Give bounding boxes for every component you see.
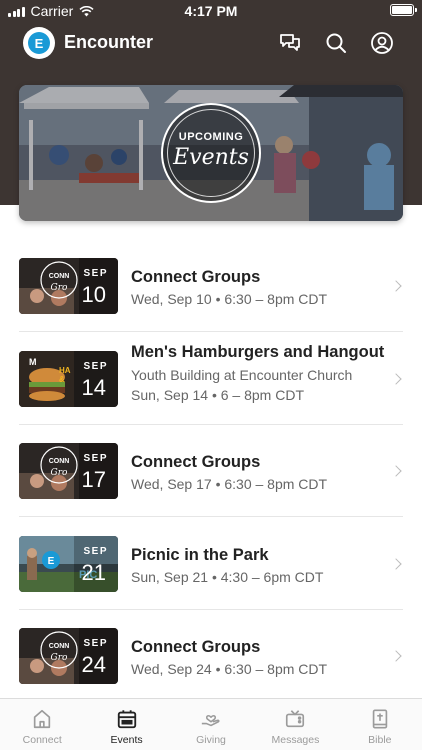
event-thumbnail: EPICSEP21: [19, 535, 118, 592]
app-title: Encounter: [64, 32, 154, 52]
svg-text:E: E: [48, 556, 55, 567]
event-month: SEP: [83, 453, 108, 464]
tab-giving[interactable]: Giving: [169, 699, 253, 750]
svg-text:HA: HA: [59, 366, 71, 375]
event-day: 24: [81, 652, 106, 677]
messages-icon[interactable]: [278, 31, 302, 55]
event-day: 14: [81, 374, 106, 400]
status-time: 4:17 PM: [184, 3, 238, 19]
event-datetime: Wed, Sep 10 • 6:30 – 8pm CDT: [131, 291, 328, 307]
event-title: Connect Groups: [131, 268, 261, 286]
event-thumbnail: CONN Gro SEP 17: [19, 443, 118, 499]
app-bar-actions: [278, 31, 394, 55]
tab-messages[interactable]: Messages: [253, 699, 337, 750]
home-icon: [34, 709, 51, 729]
chevron-right-icon: [390, 280, 402, 292]
event-thumbnail: M HA & SEP 14: [19, 350, 118, 407]
chevron-right-icon: [390, 372, 402, 385]
giving-hand-icon: [201, 715, 220, 727]
svg-text:CONN: CONN: [49, 643, 70, 650]
tab-label: Bible: [368, 734, 392, 746]
event-day: 17: [81, 467, 106, 492]
svg-text:CONN: CONN: [49, 458, 70, 465]
svg-text:CONN: CONN: [49, 273, 70, 280]
chevron-right-icon: [390, 650, 402, 662]
event-row[interactable]: CONN Gro SEP 17 Connect Groups Wed, Sep 17 • …: [0, 425, 422, 517]
chevron-right-icon: [390, 465, 402, 477]
event-title: Men's Hamburgers and Hangout: [131, 342, 385, 361]
event-day: 10: [81, 282, 106, 307]
tab-label: Giving: [196, 734, 226, 746]
event-row[interactable]: CONN Gro SEP 10 Connect Groups Wed, Sep 10 • …: [0, 240, 422, 332]
battery-icon: [390, 4, 417, 16]
search-icon[interactable]: [324, 31, 348, 55]
calendar-icon: [117, 710, 136, 729]
event-location: Youth Building at Encounter Church: [131, 366, 353, 383]
tab-connect[interactable]: Connect: [0, 699, 84, 750]
chevron-right-icon: [390, 557, 402, 570]
event-thumbnail: CONN Gro SEP 24: [19, 628, 118, 684]
event-row[interactable]: EPICSEP21Picnic in the ParkSun, Sep 21 •…: [0, 518, 422, 610]
event-row[interactable]: M HA & SEP 14 Men's Hamburgers and Hangout You…: [0, 333, 422, 425]
app-bar: E Encounter: [0, 26, 422, 62]
tab-bible[interactable]: Bible: [338, 699, 422, 750]
banner-subheading: Events: [173, 144, 249, 170]
tab-label: Events: [110, 734, 143, 746]
svg-text:&: &: [59, 375, 65, 384]
svg-text:M: M: [29, 357, 37, 367]
banner-heading: UPCOMING: [178, 130, 244, 143]
event-month: SEP: [83, 360, 108, 372]
upcoming-events-badge: UPCOMING Events: [161, 103, 261, 203]
tv-icon: [286, 710, 305, 728]
event-datetime: Wed, Sep 17 • 6:30 – 8pm CDT: [131, 476, 328, 492]
event-datetime: Wed, Sep 24 • 6:30 – 8pm CDT: [131, 661, 328, 677]
status-bar: Carrier 4:17 PM: [0, 0, 422, 22]
tab-bar: Connect Events Giving Messages Bible: [0, 698, 422, 750]
event-title: Connect Groups: [131, 638, 261, 656]
event-title: Connect Groups: [131, 453, 261, 471]
event-day: 21: [81, 559, 106, 585]
app-logo[interactable]: E: [23, 27, 55, 59]
event-row[interactable]: CONN Gro SEP 24 Connect Groups Wed, Sep 24 • …: [0, 610, 422, 702]
svg-text:Gro: Gro: [51, 653, 68, 663]
tab-events[interactable]: Events: [84, 699, 168, 750]
svg-text:Gro: Gro: [51, 283, 68, 293]
event-thumbnail: CONN Gro SEP 10: [19, 258, 118, 314]
tab-label: Messages: [271, 734, 320, 746]
event-month: SEP: [83, 638, 108, 649]
event-datetime: Sun, Sep 21 • 4:30 – 6pm CDT: [131, 568, 324, 585]
event-title: Picnic in the Park: [131, 545, 269, 564]
event-datetime: Sun, Sep 14 • 6 – 8pm CDT: [131, 386, 304, 403]
tab-label: Connect: [22, 734, 62, 746]
event-month: SEP: [83, 268, 108, 279]
svg-text:Gro: Gro: [51, 468, 68, 478]
bible-icon: [372, 709, 388, 729]
profile-icon[interactable]: [370, 31, 394, 55]
event-month: SEP: [83, 545, 108, 557]
upcoming-events-banner[interactable]: UPCOMING Events: [19, 85, 403, 221]
app-logo-mark: E: [28, 32, 50, 54]
